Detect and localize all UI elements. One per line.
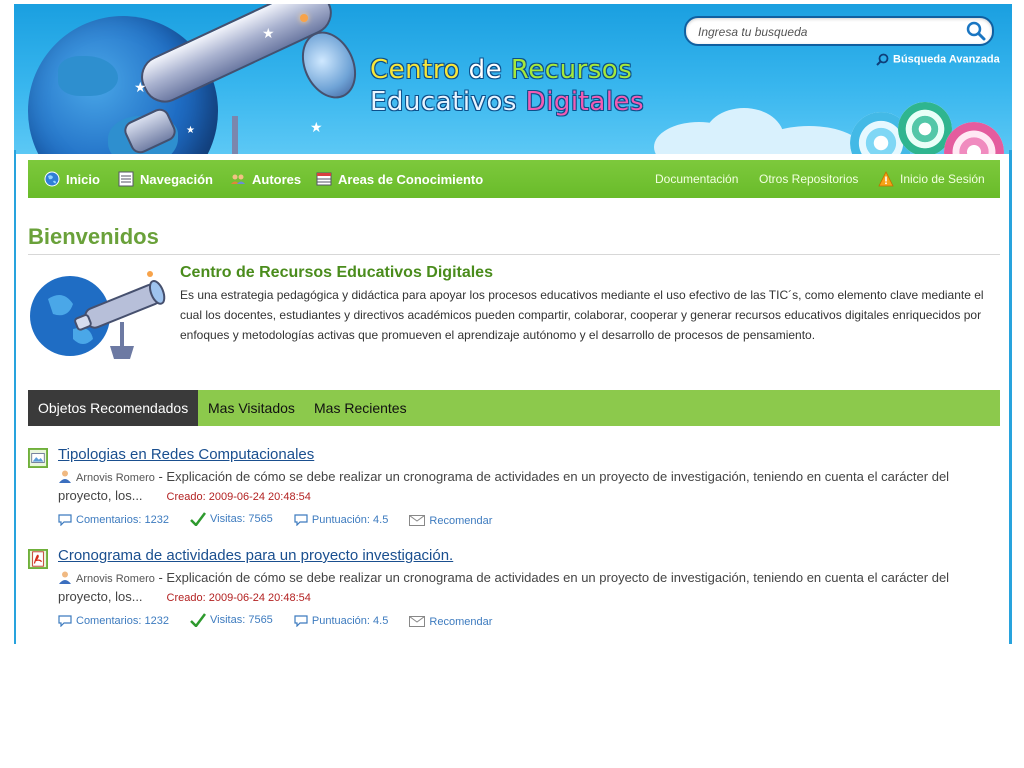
tab-objetos-recomendados[interactable]: Objetos Recomendados <box>28 390 199 426</box>
rating-stat: Puntuación: 4.5 <box>294 615 388 627</box>
title-word: Recursos <box>510 55 633 85</box>
checkmark-icon <box>190 512 207 526</box>
page-title: Bienvenidos <box>28 224 159 249</box>
item-description: Arnovis Romero - Explicación de cómo se … <box>58 468 958 506</box>
envelope-icon <box>409 616 426 627</box>
comment-icon <box>294 514 308 526</box>
visits-count: Visitas: 7565 <box>210 614 273 626</box>
advanced-search-label: Búsqueda Avanzada <box>893 53 1000 66</box>
nav-item-inicio[interactable]: Inicio <box>44 160 100 198</box>
checkmark-icon <box>190 613 207 627</box>
item-title-link[interactable]: Tipologias en Redes Computacionales <box>58 446 314 463</box>
star-icon: ★ <box>310 119 323 135</box>
comment-icon <box>294 615 308 627</box>
recommend-label: Recomendar <box>429 615 493 628</box>
nav-label: Inicio de Sesión <box>900 172 985 186</box>
page: ★ ★ ★ ★ Centro de Recursos Educativos Di… <box>14 4 1012 644</box>
item-meta: Comentarios: 1232 Visitas: 7565 Puntuaci… <box>58 613 510 630</box>
item-description: Arnovis Romero - Explicación de cómo se … <box>58 569 958 607</box>
search-box <box>684 16 994 46</box>
site-header: ★ ★ ★ ★ Centro de Recursos Educativos Di… <box>14 4 1012 154</box>
nav-item-autores[interactable]: Autores <box>230 160 301 198</box>
star-icon: ★ <box>134 79 147 95</box>
nav-label: Autores <box>252 171 302 187</box>
advanced-search-link[interactable]: Búsqueda Avanzada <box>876 53 1000 66</box>
site-title: Centro de Recursos Educativos Digitales <box>370 54 644 118</box>
nav-item-areas[interactable]: Areas de Conocimiento <box>316 160 483 198</box>
search-icon[interactable] <box>966 21 986 41</box>
page-border <box>14 150 16 644</box>
title-word: Centro <box>370 55 460 85</box>
pdf-file-icon <box>28 549 48 569</box>
intro-title: Centro de Recursos Educativos Digitales <box>180 264 493 281</box>
star-icon: ★ <box>186 125 195 136</box>
nav-label: Navegación <box>140 171 213 187</box>
comments-count: Comentarios: 1232 <box>76 615 169 627</box>
target-illustration <box>944 122 1004 154</box>
comment-icon <box>58 615 72 627</box>
recommend-label: Recomendar <box>429 514 493 527</box>
nav-label: Inicio <box>66 171 100 187</box>
tab-mas-recientes[interactable]: Mas Recientes <box>304 390 417 426</box>
user-icon <box>59 571 71 584</box>
nav-label: Areas de Conocimiento <box>338 171 484 187</box>
title-word: de <box>468 55 503 85</box>
rating-value: Puntuación: 4.5 <box>311 615 389 627</box>
recommend-link[interactable]: Recomendar <box>409 616 492 628</box>
author-name[interactable]: Arnovis Romero <box>76 573 155 585</box>
title-word: Digitales <box>525 87 645 117</box>
tab-mas-visitados[interactable]: Mas Visitados <box>198 390 305 426</box>
warning-icon <box>878 171 894 187</box>
table-icon <box>316 172 332 186</box>
telescope-globe-logo <box>30 271 166 359</box>
globe-icon <box>44 171 60 187</box>
users-icon <box>231 174 245 184</box>
comments-link[interactable]: Comentarios: 1232 <box>58 514 169 526</box>
rating-value: Puntuación: 4.5 <box>311 514 389 526</box>
item-title-link[interactable]: Cronograma de actividades para un proyec… <box>58 547 453 564</box>
content-tabs: Objetos Recomendados Mas Visitados Mas R… <box>28 390 1000 426</box>
nav-item-navegacion[interactable]: Navegación <box>118 160 213 198</box>
comments-count: Comentarios: 1232 <box>76 514 169 526</box>
visits-count: Visitas: 7565 <box>210 513 273 525</box>
comment-icon <box>58 514 72 526</box>
envelope-icon <box>409 515 426 526</box>
main-nav: Inicio Navegación Autores Areas de Conoc… <box>28 160 1000 198</box>
nav-item-documentacion[interactable]: Documentación <box>655 160 738 198</box>
created-date: Creado: 2009-06-24 20:48:54 <box>166 592 311 604</box>
list-icon <box>118 171 134 187</box>
star-icon: ★ <box>262 25 275 41</box>
visits-stat: Visitas: 7565 <box>190 512 273 526</box>
image-file-icon <box>28 448 48 468</box>
intro-text: Es una estrategia pedagógica y didáctica… <box>180 288 984 342</box>
nav-label: Documentación <box>655 172 739 186</box>
divider <box>28 254 1000 255</box>
planet-dot <box>300 14 308 22</box>
nav-item-inicio-sesion[interactable]: Inicio de Sesión <box>878 160 985 198</box>
visits-stat: Visitas: 7565 <box>190 613 273 627</box>
magnifier-icon <box>876 53 889 66</box>
user-icon <box>59 470 71 483</box>
search-input[interactable] <box>696 20 960 44</box>
nav-label: Otros Repositorios <box>759 172 859 186</box>
comments-link[interactable]: Comentarios: 1232 <box>58 615 169 627</box>
title-word: Educativos <box>370 87 517 117</box>
page-border <box>1009 150 1012 644</box>
rating-stat: Puntuación: 4.5 <box>294 514 388 526</box>
created-date: Creado: 2009-06-24 20:48:54 <box>166 491 311 503</box>
author-name[interactable]: Arnovis Romero <box>76 472 155 484</box>
nav-item-otros-repositorios[interactable]: Otros Repositorios <box>759 160 858 198</box>
item-meta: Comentarios: 1232 Visitas: 7565 Puntuaci… <box>58 512 510 529</box>
recommend-link[interactable]: Recomendar <box>409 515 492 527</box>
telescope-stand <box>232 116 238 154</box>
